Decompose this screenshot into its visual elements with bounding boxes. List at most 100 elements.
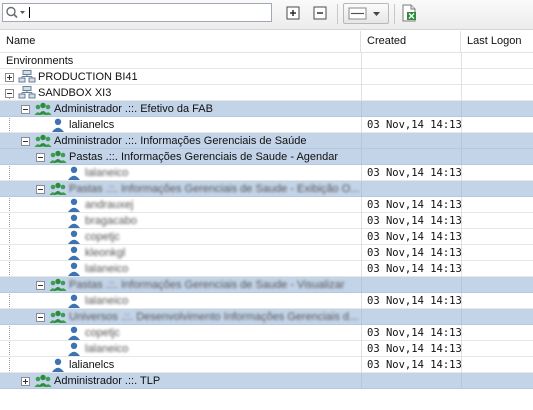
user-group-icon	[49, 182, 67, 196]
user-group-icon	[34, 134, 52, 148]
tree-row-label: PRODUCTION BI41	[38, 71, 138, 83]
tree-row-environment[interactable]: SANDBOX XI3	[0, 85, 533, 101]
search-input[interactable]	[27, 5, 267, 20]
column-header-last-logon[interactable]: Last Logon	[461, 31, 533, 52]
expand-all-icon	[286, 6, 300, 20]
created-date: 03 Nov,14 14:13	[367, 199, 462, 211]
tree-row-label: lalaneico	[85, 343, 129, 355]
created-date: 03 Nov,14 14:13	[367, 247, 462, 259]
row-lines-dropdown-button[interactable]	[343, 3, 389, 24]
text-caret	[29, 7, 30, 18]
created-date: 03 Nov,14 14:13	[367, 327, 462, 339]
collapse-toggle-icon[interactable]	[21, 105, 30, 114]
user-icon	[65, 214, 83, 228]
tree-row-label: Pastas .::. Informações Gerenciais de Sa…	[69, 151, 339, 163]
user-icon	[65, 230, 83, 244]
tree-row-label: SANDBOX XI3	[38, 87, 112, 99]
tree-row-label: lalianelcs	[69, 119, 115, 131]
export-excel-button[interactable]	[400, 4, 418, 22]
created-date: 03 Nov,14 14:13	[367, 167, 462, 179]
user-group-icon	[49, 150, 67, 164]
tree-row-user[interactable]: lalaneico 03 Nov,14 14:13	[0, 293, 533, 309]
user-icon	[65, 326, 83, 340]
tree-row-user[interactable]: copetjc 03 Nov,14 14:13	[0, 229, 533, 245]
expand-toggle-icon[interactable]	[21, 377, 30, 386]
created-date: 03 Nov,14 14:13	[367, 263, 462, 275]
tree-row-user[interactable]: lalianelcs 03 Nov,14 14:13	[0, 117, 533, 133]
tree-row-user[interactable]: lalianelcs 03 Nov,14 14:13	[0, 357, 533, 373]
collapse-toggle-icon[interactable]	[21, 137, 30, 146]
tree-row-label: lalaneico	[85, 263, 129, 275]
tree-row-group[interactable]: Administrador .::. Efetivo da FAB	[0, 101, 533, 117]
collapse-all-icon	[313, 6, 327, 20]
tree-row-user[interactable]: kleonkgl 03 Nov,14 14:13	[0, 245, 533, 261]
search-field[interactable]	[2, 3, 272, 22]
tree-row-label: lalaneico	[85, 295, 129, 307]
toolbar	[0, 0, 533, 30]
created-date: 03 Nov,14 14:13	[367, 119, 462, 131]
collapse-toggle-icon[interactable]	[36, 313, 45, 322]
tree-row-label: Administrador .::. Efetivo da FAB	[54, 103, 213, 115]
toolbar-separator	[394, 4, 395, 24]
tree-row-label: Pastas .::. Informações Gerenciais de Sa…	[69, 279, 345, 291]
tree-row-group[interactable]: Pastas .::. Informações Gerenciais de Sa…	[0, 181, 533, 197]
tree-row-group[interactable]: Administrador .::. Informações Gerenciai…	[0, 133, 533, 149]
tree-row-user[interactable]: lalaneico 03 Nov,14 14:13	[0, 165, 533, 181]
created-date: 03 Nov,14 14:13	[367, 359, 462, 371]
tree-row-label: Administrador .::. Informações Gerenciai…	[54, 135, 307, 147]
collapse-toggle-icon[interactable]	[5, 89, 14, 98]
tree-root-row[interactable]: Environments	[0, 53, 533, 69]
collapse-toggle-icon[interactable]	[36, 281, 45, 290]
created-date: 03 Nov,14 14:13	[367, 295, 462, 307]
created-date: 03 Nov,14 14:13	[367, 231, 462, 243]
tree-row-group[interactable]: Universos .::. Desenvolvimento Informaçõ…	[0, 309, 533, 325]
server-network-icon	[18, 86, 36, 100]
expand-toggle-icon[interactable]	[5, 73, 14, 82]
user-icon	[65, 246, 83, 260]
user-group-icon	[49, 278, 67, 292]
tree-row-label: lalianelcs	[69, 359, 115, 371]
expand-all-button[interactable]	[284, 4, 302, 22]
tree-row-group[interactable]: Pastas .::. Informações Gerenciais de Sa…	[0, 277, 533, 293]
tree-row-label: Universos .::. Desenvolvimento Informaçõ…	[69, 311, 359, 323]
tree-row-label: copetjc	[85, 327, 120, 339]
tree-row-group[interactable]: Pastas .::. Informações Gerenciais de Sa…	[0, 149, 533, 165]
environment-tree: Environments PRODUCTION BI41 SANDBOX XI3 A…	[0, 53, 533, 410]
user-icon	[49, 118, 67, 132]
column-header-name[interactable]: Name	[0, 31, 361, 52]
row-lines-dropdown-icon	[348, 7, 380, 20]
tree-row-label: Administrador .::. TLP	[54, 375, 161, 387]
user-icon	[65, 294, 83, 308]
user-icon	[65, 342, 83, 356]
tree-row-label: bragacabo	[85, 215, 137, 227]
tree-row-user[interactable]: andrauxej 03 Nov,14 14:13	[0, 197, 533, 213]
tree-row-label: lalaneico	[85, 167, 129, 179]
tree-row-user[interactable]: copetjc 03 Nov,14 14:13	[0, 325, 533, 341]
collapse-toggle-icon[interactable]	[36, 153, 45, 162]
created-date: 03 Nov,14 14:13	[367, 215, 462, 227]
tree-row-label: copetjc	[85, 231, 120, 243]
tree-row-label: andrauxej	[85, 199, 134, 211]
tree-row-user[interactable]: bragacabo 03 Nov,14 14:13	[0, 213, 533, 229]
user-icon	[65, 262, 83, 276]
tree-row-user[interactable]: lalaneico 03 Nov,14 14:13	[0, 341, 533, 357]
server-network-icon	[18, 70, 36, 84]
toolbar-separator	[337, 4, 338, 24]
tree-row-environment[interactable]: PRODUCTION BI41	[0, 69, 533, 85]
tree-row-user[interactable]: lalaneico 03 Nov,14 14:13	[0, 261, 533, 277]
user-icon	[49, 358, 67, 372]
tree-row-group[interactable]: Administrador .::. TLP	[0, 373, 533, 389]
tree-row-label: kleonkgl	[85, 247, 126, 259]
export-excel-icon	[402, 4, 416, 22]
user-icon	[65, 198, 83, 212]
column-header: Name Created Last Logon	[0, 31, 533, 53]
collapse-toggle-icon[interactable]	[36, 185, 45, 194]
user-group-icon	[34, 102, 52, 116]
collapse-all-button[interactable]	[311, 4, 329, 22]
user-group-icon	[49, 310, 67, 324]
user-group-icon	[34, 374, 52, 388]
tree-root-label: Environments	[6, 55, 74, 67]
user-icon	[65, 166, 83, 180]
column-header-created[interactable]: Created	[361, 31, 461, 52]
search-dropdown-icon[interactable]	[5, 6, 27, 19]
